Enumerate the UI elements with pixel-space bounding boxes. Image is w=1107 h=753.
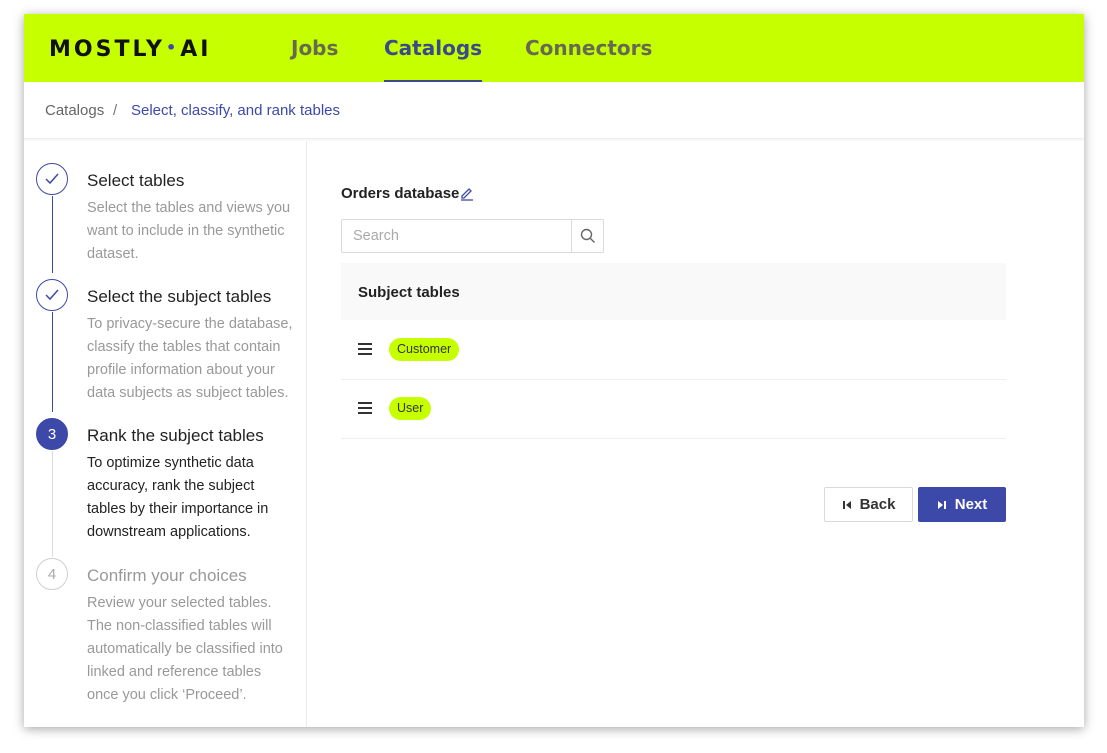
search-field [341,219,604,253]
table-tag-customer: Customer [389,338,460,361]
drag-handle-icon[interactable] [358,402,372,414]
step-4-number-badge: 4 [36,558,68,590]
logo-text-left: MOSTLY [49,37,165,62]
tab-connectors[interactable]: Connectors [525,36,652,82]
step-1-connector [52,196,53,273]
wizard-steps-sidebar: Select tables Select the tables and view… [24,141,307,727]
skip-back-icon [842,500,851,509]
database-title: Orders database [341,185,460,202]
table-tag-user: User [389,397,432,420]
step-1-description: Select the tables and views you want to … [87,200,291,262]
step-2-check-icon [36,279,68,311]
step-1-check-icon [36,163,68,195]
step-3-description: To optimize synthetic data accuracy, ran… [87,455,269,540]
table-row[interactable]: Customer [341,321,1006,380]
drag-handle-icon[interactable] [358,343,372,355]
pencil-icon[interactable] [459,185,475,206]
skip-next-icon [937,500,946,509]
logo-text-right: AI [180,37,212,62]
step-3-title: Rank the subject tables [87,426,264,445]
back-button[interactable]: Back [824,487,913,522]
next-label: Next [954,496,988,513]
step-3-connector [52,451,53,557]
step-4-title: Confirm your choices [87,566,247,585]
step-2-connector [52,312,53,412]
top-navbar: MOSTLY•AI Jobs Catalogs Connectors [24,14,1084,82]
app-window: MOSTLY•AI Jobs Catalogs Connectors Catal… [24,14,1084,727]
search-icon [580,228,595,243]
search-button[interactable] [571,220,604,252]
tab-jobs[interactable]: Jobs [291,36,338,82]
back-label: Back [859,496,896,513]
breadcrumb-current-page: Select, classify, and rank tables [131,102,340,119]
tab-catalogs[interactable]: Catalogs [384,36,483,82]
search-input[interactable] [342,220,571,252]
step-2-description: To privacy-secure the database, classify… [87,316,293,401]
step-2-title: Select the subject tables [87,287,272,306]
main-content: Orders database Subject tables Customer [307,141,1084,727]
breadcrumb-separator: / [113,102,118,119]
breadcrumb: Catalogs / Select, classify, and rank ta… [24,82,1084,139]
step-1-title: Select tables [87,171,185,190]
step-3-number-badge: 3 [36,418,68,450]
mostly-ai-logo[interactable]: MOSTLY•AI [49,37,211,62]
table-row[interactable]: User [341,380,1006,439]
next-button[interactable]: Next [918,487,1006,522]
breadcrumb-catalogs-link[interactable]: Catalogs [45,102,104,119]
subject-tables-heading: Subject tables [358,284,460,301]
step-4-description: Review your selected tables. The non-cla… [87,595,283,703]
logo-dot: • [165,38,180,57]
subject-tables-header: Subject tables [341,263,1006,320]
